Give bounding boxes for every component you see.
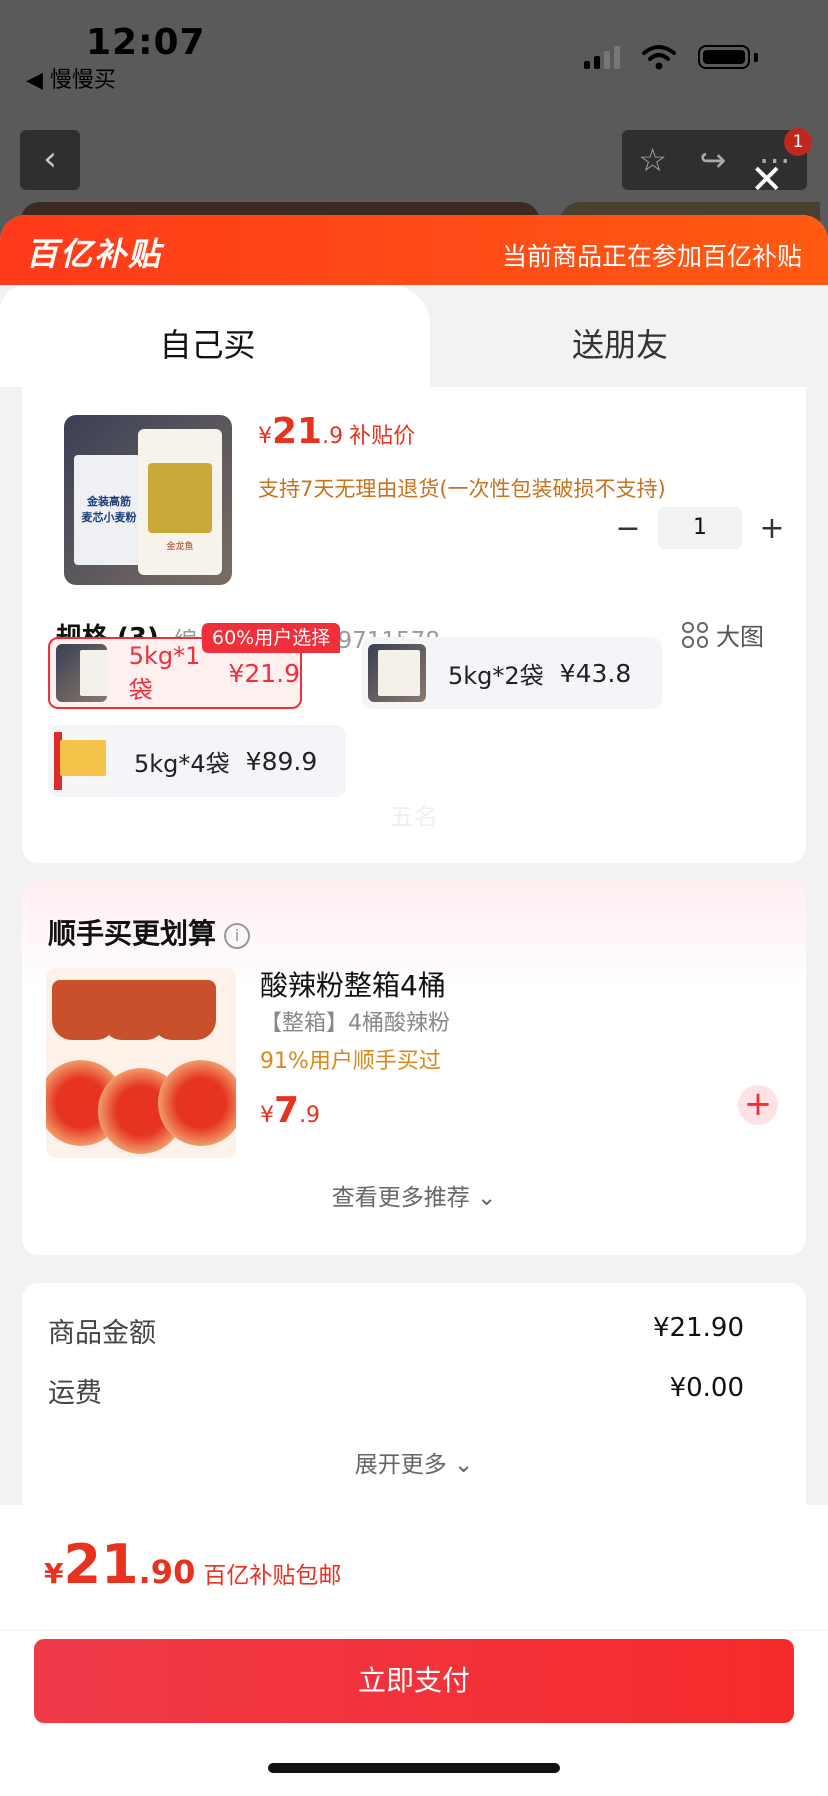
- quantity-value[interactable]: 1: [658, 507, 742, 549]
- purchase-sheet: 百亿补贴 当前商品正在参加百亿补贴 自己买 送朋友 金装高筋 麦芯小麦粉 金龙鱼 …: [0, 215, 828, 1796]
- option-thumbnail: [368, 644, 426, 702]
- checkout-footer: ¥21.90 百亿补贴包邮 立即支付: [0, 1505, 828, 1796]
- cellular-signal-icon: [584, 45, 620, 69]
- total-price: ¥21.90 百亿补贴包邮: [44, 1533, 342, 1596]
- spec-option-2[interactable]: 5kg*2袋 ¥43.8: [362, 637, 662, 709]
- watermark: 五名: [390, 803, 438, 831]
- more-recommendations-link[interactable]: 查看更多推荐 ⌄: [22, 1178, 806, 1212]
- battery-icon: [698, 45, 750, 69]
- notification-badge: 1: [784, 128, 812, 156]
- addon-title: 顺手买更划算 i: [48, 912, 251, 952]
- status-bar: 12:07 ◀ 慢慢买: [0, 0, 828, 110]
- back-to-app-link[interactable]: ◀ 慢慢买: [26, 62, 116, 94]
- option-name: 5kg*4袋: [134, 749, 230, 778]
- option-thumbnail: [56, 644, 108, 702]
- addon-product-image: [46, 968, 236, 1158]
- shipping-label: 运费: [48, 1378, 102, 1409]
- pay-now-button[interactable]: 立即支付: [34, 1639, 794, 1723]
- return-policy: 支持7天无理由退货(一次性包装破损不支持): [258, 477, 666, 501]
- decrease-button[interactable]: −: [608, 511, 648, 546]
- spec-option-3[interactable]: 5kg*4袋 ¥89.9: [48, 725, 346, 797]
- option-price: ¥21.9: [228, 658, 300, 688]
- order-summary: 商品金额 ¥21.90 运费 ¥0.00 展开更多 ⌄: [22, 1283, 806, 1513]
- option-price: ¥89.9: [245, 746, 318, 776]
- close-icon[interactable]: ✕: [750, 160, 784, 200]
- option-name: 5kg*1袋: [128, 641, 201, 704]
- info-icon[interactable]: i: [224, 923, 251, 949]
- popular-choice-badge: 60%用户选择: [202, 623, 341, 653]
- addon-price: ¥7.9: [260, 1090, 321, 1131]
- share-icon[interactable]: ↪: [699, 141, 726, 179]
- product-card: 金装高筋 麦芯小麦粉 金龙鱼 ¥21.9 补贴价 支持7天无理由退货(一次性包装破损…: [22, 387, 806, 863]
- subtotal-value: ¥21.90: [653, 1313, 744, 1343]
- tab-buy-self-label[interactable]: 自己买: [0, 320, 415, 366]
- add-addon-button[interactable]: +: [738, 1085, 778, 1125]
- status-time: 12:07: [86, 22, 206, 63]
- addon-card: 顺手买更划算 i 酸辣粉整箱4桶 【整箱】4桶酸辣粉 91%用户顺手买过 ¥7.9…: [22, 880, 806, 1255]
- status-icons: [584, 44, 758, 70]
- subsidy-note: 当前商品正在参加百亿补贴: [501, 242, 802, 271]
- option-price: ¥43.8: [559, 658, 632, 688]
- increase-button[interactable]: +: [752, 511, 792, 546]
- subtotal-label: 商品金额: [48, 1318, 156, 1349]
- shipping-value: ¥0.00: [669, 1373, 744, 1403]
- grid-icon: [682, 621, 708, 648]
- option-thumbnail: [54, 732, 112, 790]
- star-icon[interactable]: ☆: [638, 141, 667, 179]
- product-price: ¥21.9 补贴价: [258, 411, 416, 452]
- price-tag: 补贴价: [349, 424, 416, 449]
- battery-nub: [754, 52, 758, 62]
- free-shipping-note: 百亿补贴包邮: [203, 1563, 342, 1589]
- big-image-button[interactable]: 大图: [682, 617, 764, 652]
- wifi-icon: [642, 45, 676, 70]
- addon-purchase-stat: 91%用户顺手买过: [260, 1049, 441, 1074]
- addon-product-title[interactable]: 酸辣粉整箱4桶: [260, 964, 446, 1004]
- divider: [0, 1630, 828, 1631]
- tab-gift-friend[interactable]: 送朋友: [430, 320, 810, 366]
- quantity-stepper: − 1 +: [608, 507, 792, 549]
- subsidy-logo: 百亿补贴: [26, 235, 163, 273]
- page-back-button[interactable]: ‹: [20, 130, 80, 190]
- expand-more-link[interactable]: 展开更多 ⌄: [22, 1445, 806, 1479]
- addon-product-subtitle: 【整箱】4桶酸辣粉: [260, 1011, 450, 1036]
- product-image: 金装高筋 麦芯小麦粉 金龙鱼: [64, 415, 232, 585]
- option-name: 5kg*2袋: [448, 661, 544, 690]
- big-image-label: 大图: [716, 623, 764, 651]
- home-indicator[interactable]: [268, 1763, 560, 1773]
